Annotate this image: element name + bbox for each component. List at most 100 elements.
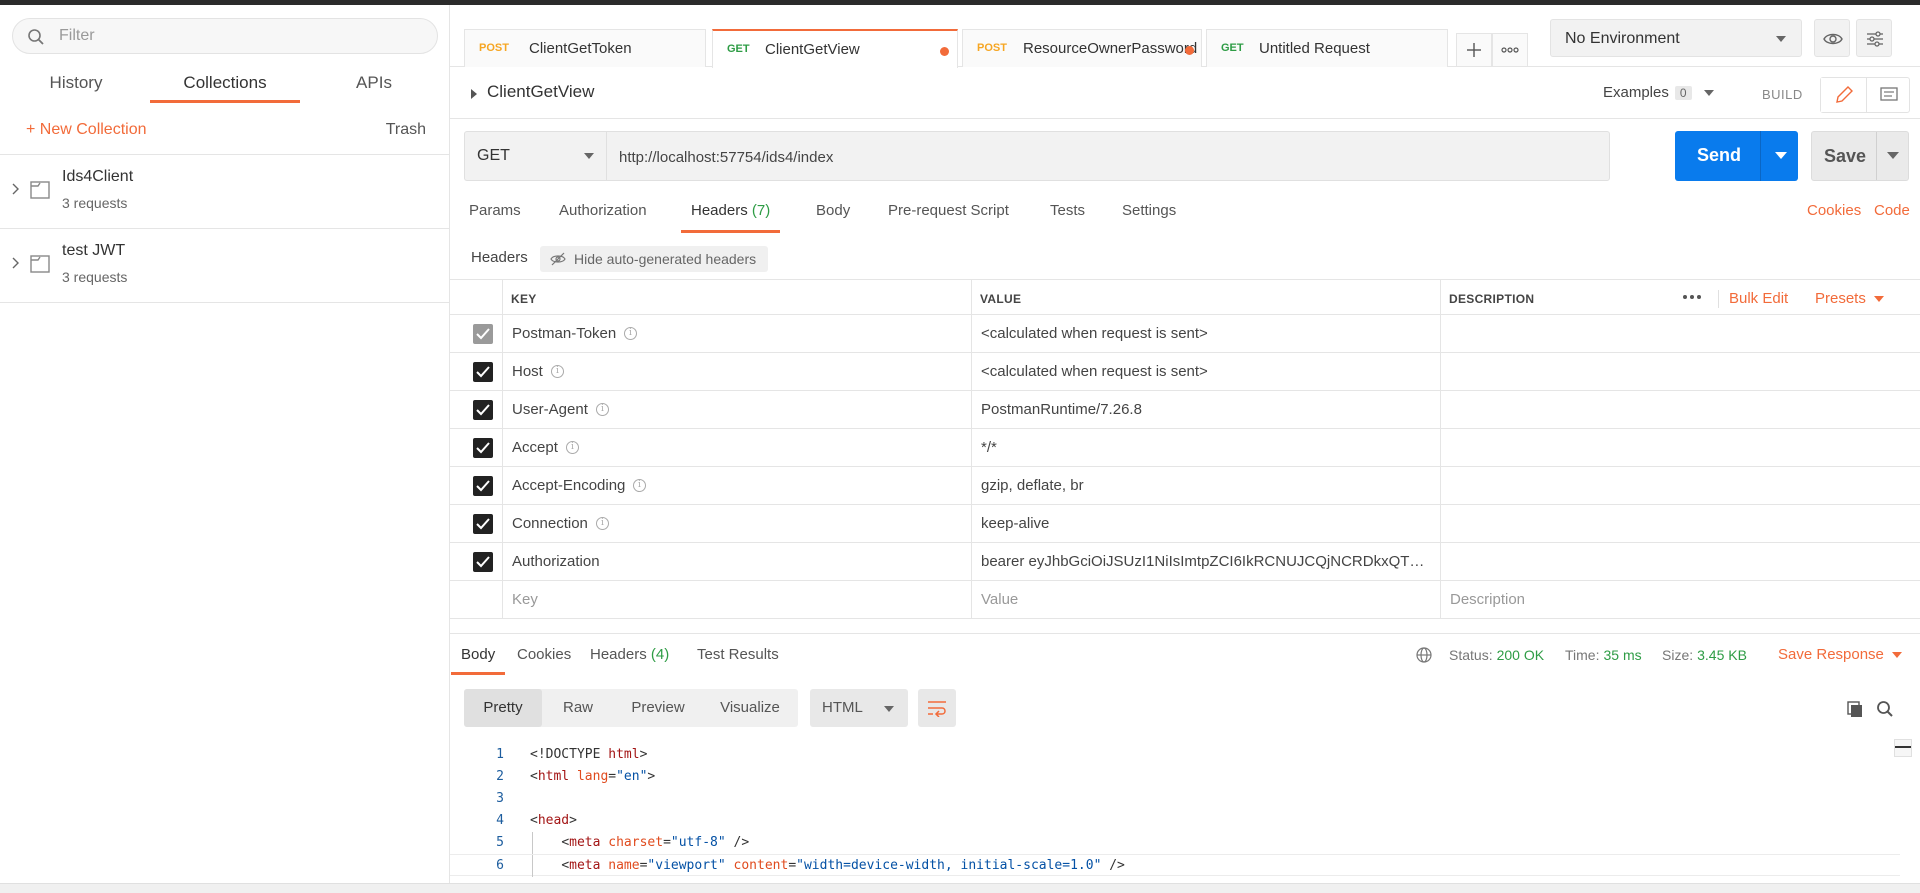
- info-icon[interactable]: i: [551, 365, 564, 378]
- request-tab-active[interactable]: GET ClientGetView: [712, 29, 958, 68]
- request-name[interactable]: ClientGetView: [487, 82, 594, 102]
- tab-options-button[interactable]: [1492, 33, 1528, 67]
- tab-apis[interactable]: APIs: [338, 69, 410, 109]
- tab-settings[interactable]: Settings: [1122, 197, 1176, 239]
- info-icon[interactable]: i: [624, 327, 637, 340]
- examples-dropdown[interactable]: Examples 0: [1603, 84, 1714, 101]
- row-checkbox[interactable]: [473, 476, 493, 496]
- collection-item[interactable]: test JWT 3 requests: [0, 229, 450, 303]
- comments-mode-button[interactable]: [1866, 78, 1911, 112]
- caret-right-icon[interactable]: [470, 89, 478, 99]
- new-collection-button[interactable]: + New Collection: [26, 121, 147, 139]
- row-key-cell[interactable]: Accept i: [502, 429, 971, 466]
- row-value-cell[interactable]: keep-alive: [971, 505, 1440, 542]
- new-key-cell[interactable]: Key: [502, 581, 971, 618]
- hide-auto-generated-headers-button[interactable]: Hide auto-generated headers: [540, 246, 769, 272]
- save-response-button[interactable]: Save Response: [1778, 646, 1902, 663]
- collection-item[interactable]: Ids4Client 3 requests: [0, 155, 450, 229]
- row-checkbox[interactable]: [473, 362, 493, 382]
- globe-icon[interactable]: [1415, 646, 1433, 664]
- trash-button[interactable]: Trash: [386, 121, 426, 139]
- manage-environments-button[interactable]: [1856, 19, 1892, 57]
- wrap-lines-button[interactable]: [918, 689, 956, 727]
- language-select[interactable]: HTML: [810, 689, 908, 727]
- save-button[interactable]: Save: [1811, 131, 1909, 181]
- row-value-cell[interactable]: gzip, deflate, br: [971, 467, 1440, 504]
- row-description-cell[interactable]: [1440, 391, 1920, 428]
- view-raw[interactable]: Raw: [542, 689, 614, 727]
- request-tab[interactable]: POST ResourceOwnerPassword: [962, 29, 1202, 67]
- view-preview[interactable]: Preview: [614, 689, 702, 727]
- environment-select[interactable]: No Environment: [1550, 19, 1802, 57]
- response-tab-headers[interactable]: Headers (4): [590, 646, 669, 663]
- bulk-edit-button[interactable]: Bulk Edit: [1729, 290, 1788, 307]
- send-button[interactable]: Send: [1675, 131, 1798, 181]
- method-select[interactable]: GET: [464, 131, 606, 181]
- response-tab-cookies[interactable]: Cookies: [517, 646, 571, 663]
- view-pretty[interactable]: Pretty: [464, 689, 542, 727]
- chevron-down-icon[interactable]: [1775, 152, 1787, 160]
- info-icon[interactable]: i: [633, 479, 646, 492]
- row-description-cell[interactable]: [1440, 505, 1920, 542]
- row-key-cell[interactable]: Accept-Encoding i: [502, 467, 971, 504]
- row-key-cell[interactable]: Postman-Token i: [502, 315, 971, 352]
- row-key-cell[interactable]: Connection i: [502, 505, 971, 542]
- response-tabs: Body Cookies Headers (4) Test Results St…: [450, 634, 1920, 676]
- response-code-editor[interactable]: 1 <!DOCTYPE html> 2 <html lang="en"> 3 4 <head…: [450, 744, 1910, 884]
- response-tab-test-results[interactable]: Test Results: [697, 646, 779, 663]
- row-description-cell[interactable]: [1440, 467, 1920, 504]
- tab-collections[interactable]: Collections: [150, 69, 300, 109]
- response-tab-body[interactable]: Body: [450, 646, 506, 675]
- code-link[interactable]: Code: [1874, 197, 1910, 225]
- info-icon[interactable]: i: [596, 403, 609, 416]
- row-value-cell[interactable]: */*: [971, 429, 1440, 466]
- examples-label: Examples: [1603, 84, 1669, 101]
- row-value-cell[interactable]: PostmanRuntime/7.26.8: [971, 391, 1440, 428]
- code-line: 6 <meta name="viewport" content="width=d…: [450, 854, 1900, 877]
- tab-params[interactable]: Params: [469, 197, 521, 239]
- tab-headers[interactable]: Headers (7): [680, 197, 781, 239]
- info-icon[interactable]: i: [566, 441, 579, 454]
- cookies-link[interactable]: Cookies: [1807, 197, 1861, 225]
- url-input[interactable]: [619, 146, 1579, 168]
- row-checkbox[interactable]: [473, 324, 493, 344]
- row-key-cell[interactable]: User-Agent i: [502, 391, 971, 428]
- new-description-cell[interactable]: Description: [1440, 581, 1920, 618]
- row-value-cell[interactable]: <calculated when request is sent>: [971, 353, 1440, 390]
- row-key-cell[interactable]: Host i: [502, 353, 971, 390]
- tab-body[interactable]: Body: [816, 197, 850, 239]
- row-description-cell[interactable]: [1440, 315, 1920, 352]
- request-tab[interactable]: POST ClientGetToken: [464, 29, 706, 67]
- row-checkbox[interactable]: [473, 438, 493, 458]
- tab-pre-request-script[interactable]: Pre-request Script: [888, 197, 1009, 239]
- row-value-cell[interactable]: bearer eyJhbGciOiJSUzI1NiIsImtpZCI6IkRCN…: [971, 543, 1440, 580]
- filter-input[interactable]: [59, 23, 419, 49]
- search-icon[interactable]: [1876, 700, 1894, 718]
- copy-icon[interactable]: [1846, 700, 1864, 718]
- request-tab[interactable]: GET Untitled Request: [1206, 29, 1448, 67]
- environment-quick-look-button[interactable]: [1814, 19, 1850, 57]
- row-checkbox[interactable]: [473, 552, 493, 572]
- row-checkbox[interactable]: [473, 400, 493, 420]
- code-text: <meta charset="utf-8" />: [561, 835, 750, 850]
- chevron-down-icon[interactable]: [1887, 152, 1899, 160]
- row-description-cell[interactable]: [1440, 353, 1920, 390]
- new-tab-button[interactable]: [1456, 33, 1492, 67]
- presets-dropdown[interactable]: Presets: [1815, 290, 1884, 307]
- tab-tests[interactable]: Tests: [1050, 197, 1085, 239]
- edit-mode-button[interactable]: [1821, 78, 1866, 112]
- row-key-cell[interactable]: Authorization: [502, 543, 971, 580]
- row-description-cell[interactable]: [1440, 429, 1920, 466]
- tab-history[interactable]: History: [38, 69, 114, 109]
- row-checkbox[interactable]: [473, 514, 493, 534]
- view-visualize[interactable]: Visualize: [702, 689, 798, 727]
- info-icon[interactable]: i: [596, 517, 609, 530]
- tab-authorization[interactable]: Authorization: [559, 197, 647, 239]
- more-horizontal-icon[interactable]: [1681, 288, 1703, 306]
- row-value-cell[interactable]: <calculated when request is sent>: [971, 315, 1440, 352]
- row-description-cell[interactable]: [1440, 543, 1920, 580]
- size-label: Size:: [1662, 647, 1694, 663]
- new-value-cell[interactable]: Value: [971, 581, 1440, 618]
- value-placeholder: Value: [981, 591, 1019, 608]
- collection-name: Ids4Client: [62, 168, 134, 185]
